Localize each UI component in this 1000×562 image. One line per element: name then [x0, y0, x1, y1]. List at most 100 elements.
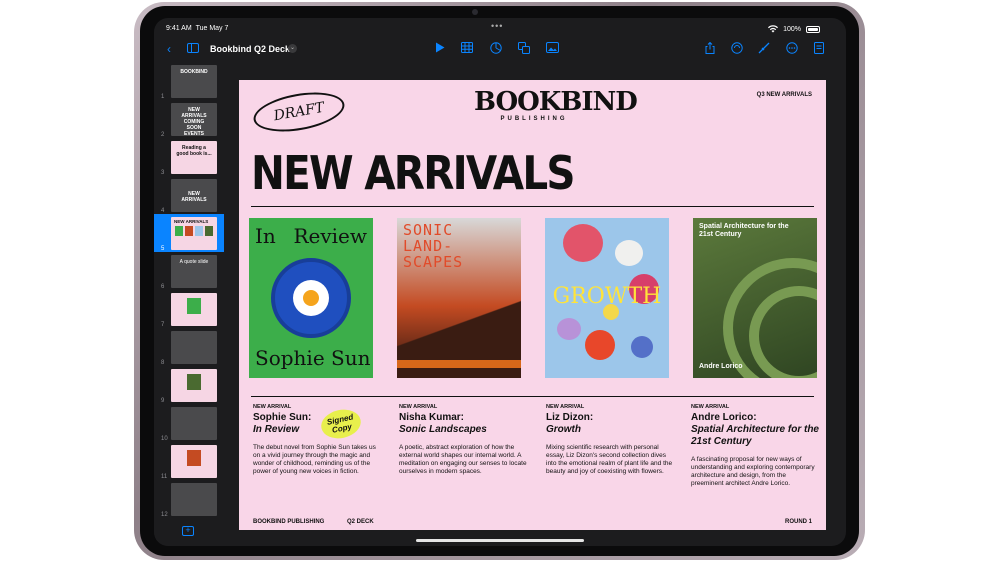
slide-thumb-row-6[interactable]: 6 A quote slide — [154, 252, 224, 290]
slide-thumb-row-10[interactable]: 10 — [154, 404, 224, 442]
status-date-text: Tue May 7 — [195, 25, 229, 32]
slide-thumb-label: NEW ARRIVALS COMING SOON EVENTS — [181, 107, 207, 136]
author-name: Nisha Kumar: — [399, 412, 465, 423]
slide-thumb-row-3[interactable]: 3 Reading a good book is... — [154, 138, 224, 176]
collaborate-icon[interactable] — [730, 42, 744, 56]
slide-canvas[interactable]: DRAFT BOOKBIND PUBLISHING Q3 NEW ARRIVAL… — [239, 80, 826, 530]
footer-publisher[interactable]: BOOKBIND PUBLISHING — [253, 519, 324, 525]
flower-shape — [631, 336, 653, 358]
slide-thumbnail[interactable] — [171, 483, 217, 516]
lava-flow — [397, 360, 521, 368]
flower-shape — [557, 318, 581, 340]
more-icon[interactable] — [785, 42, 799, 56]
slide-thumb-row-5[interactable]: 5 NEW ARRIVALS — [154, 214, 224, 252]
slide-thumbnail[interactable]: NEW ARRIVALS — [171, 179, 217, 212]
slide-thumb-label: NEW ARRIVALS — [181, 191, 207, 203]
slide-thumb-label: A quote slide — [179, 259, 209, 265]
slide-thumbnail[interactable]: NEW ARRIVALS — [171, 217, 217, 250]
add-slide-icon[interactable]: + — [182, 526, 194, 536]
wifi-icon — [768, 25, 779, 33]
home-indicator[interactable] — [416, 539, 584, 542]
slide-thumb-row-2[interactable]: 2 NEW ARRIVALS COMING SOON EVENTS — [154, 100, 224, 138]
book-cover-in-review[interactable]: In Review Sophie Sun — [249, 218, 373, 378]
book-info-2[interactable]: NEW ARRIVAL Nisha Kumar: Sonic Landscape… — [399, 404, 527, 476]
slide-thumbnail[interactable]: NEW ARRIVALS COMING SOON EVENTS — [171, 103, 217, 136]
battery-icon — [806, 25, 820, 33]
slide-thumbnail[interactable] — [171, 445, 217, 478]
draft-stamp[interactable]: DRAFT — [250, 86, 348, 138]
slide-thumbnail[interactable]: BOOKBIND — [171, 65, 217, 98]
cover-text: GROWTH — [552, 284, 662, 309]
slide-thumbnail[interactable] — [171, 407, 217, 440]
table-icon[interactable] — [460, 42, 474, 56]
back-chevron-icon[interactable]: ‹ — [162, 42, 176, 56]
slide-thumb-row-7[interactable]: 7 — [154, 290, 224, 328]
sidebar-toggle-icon[interactable] — [186, 42, 200, 56]
slide-thumb-row-11[interactable]: 11 — [154, 442, 224, 480]
book-info-3[interactable]: NEW ARRIVAL Liz Dizon: Growth Mixing sci… — [546, 404, 674, 476]
slide-thumbnail[interactable]: A quote slide — [171, 255, 217, 288]
publisher-logo[interactable]: BOOKBIND PUBLISHING — [474, 87, 638, 122]
new-arrival-tag: NEW ARRIVAL — [253, 404, 292, 410]
slide-thumb-row-8[interactable]: 8 — [154, 328, 224, 366]
book-cover-growth[interactable]: GROWTH — [545, 218, 669, 378]
cover-text: Sophie Sun — [255, 346, 371, 370]
slide-thumb-label: NEW ARRIVALS — [174, 219, 209, 224]
slide-thumb-label: BOOKBIND — [180, 69, 208, 75]
book-title: Sonic Landscapes — [399, 424, 487, 435]
cover-text: Spatial Architecture for the 21st Centur… — [699, 223, 789, 238]
mini-cover — [187, 450, 201, 466]
slide-headline[interactable]: NEW ARRIVALS — [251, 148, 576, 198]
slide-thumbnail[interactable] — [171, 331, 217, 364]
slide-thumb-row-1[interactable]: 1 BOOKBIND — [154, 62, 224, 100]
cover-author: Andre Lorico — [699, 363, 743, 370]
format-brush-icon[interactable] — [757, 42, 771, 56]
document-title[interactable]: Bookbind Q2 Deck — [210, 44, 290, 54]
multitasking-dots-icon[interactable]: ••• — [491, 21, 503, 31]
title-chevron-down-icon[interactable]: ⌄ — [288, 44, 297, 53]
slide-thumbnail[interactable]: Reading a good book is... — [171, 141, 217, 174]
flower-shape — [563, 224, 603, 262]
mini-cover — [195, 226, 203, 236]
logo-main: BOOKBIND — [474, 87, 638, 117]
share-icon[interactable] — [703, 41, 717, 56]
book-title: Spatial Architecture for the 21st Centur… — [691, 424, 819, 447]
book-description: Mixing scientific research with personal… — [546, 444, 673, 475]
status-right: 100% — [768, 25, 820, 33]
media-icon[interactable] — [545, 42, 559, 56]
divider — [251, 206, 814, 207]
slide-thumb-row-4[interactable]: 4 NEW ARRIVALS — [154, 176, 224, 214]
battery-percent: 100% — [783, 25, 801, 33]
footer-round[interactable]: ROUND 1 — [785, 519, 812, 525]
new-arrival-tag: NEW ARRIVAL — [691, 404, 730, 410]
slide-thumb-row-9[interactable]: 9 — [154, 366, 224, 404]
toolbar: ‹ Bookbind Q2 Deck ⌄ — [154, 39, 846, 61]
cover-text: In — [255, 224, 276, 248]
author-name: Andre Lorico: — [691, 412, 757, 423]
book-cover-spatial-architecture[interactable]: Spatial Architecture for the 21st Centur… — [693, 218, 817, 378]
egg-plate-illustration — [271, 258, 351, 338]
flower-shape — [615, 240, 643, 266]
mini-cover — [205, 226, 213, 236]
corner-label[interactable]: Q3 NEW ARRIVALS — [757, 92, 812, 98]
chart-icon[interactable] — [489, 42, 503, 56]
author-name: Liz Dizon: — [546, 412, 594, 423]
mini-cover — [187, 298, 201, 314]
slide-thumb-label: Reading a good book is... — [176, 145, 212, 157]
book-info-4[interactable]: NEW ARRIVAL Andre Lorico: Spatial Archit… — [691, 404, 819, 488]
play-icon[interactable] — [433, 42, 447, 56]
divider — [251, 396, 814, 397]
slide-thumb-row-12[interactable]: 12 — [154, 480, 224, 518]
status-bar: 9:41 AM Tue May 7 ••• 100% — [154, 18, 846, 38]
book-info-1[interactable]: NEW ARRIVAL Sophie Sun: In Review The de… — [253, 404, 381, 476]
slide-thumbnail[interactable] — [171, 369, 217, 402]
cover-text: SONIC LAND- SCAPES — [403, 221, 464, 271]
slide-thumbnail[interactable] — [171, 293, 217, 326]
shapes-icon[interactable] — [517, 42, 531, 56]
book-cover-sonic-landscapes[interactable]: SONIC LAND- SCAPES — [397, 218, 521, 378]
new-arrival-tag: NEW ARRIVAL — [399, 404, 438, 410]
footer-deck[interactable]: Q2 DECK — [347, 519, 374, 525]
mini-cover — [185, 226, 193, 236]
book-description: The debut novel from Sophie Sun takes us… — [253, 444, 376, 475]
document-icon[interactable] — [812, 42, 826, 56]
